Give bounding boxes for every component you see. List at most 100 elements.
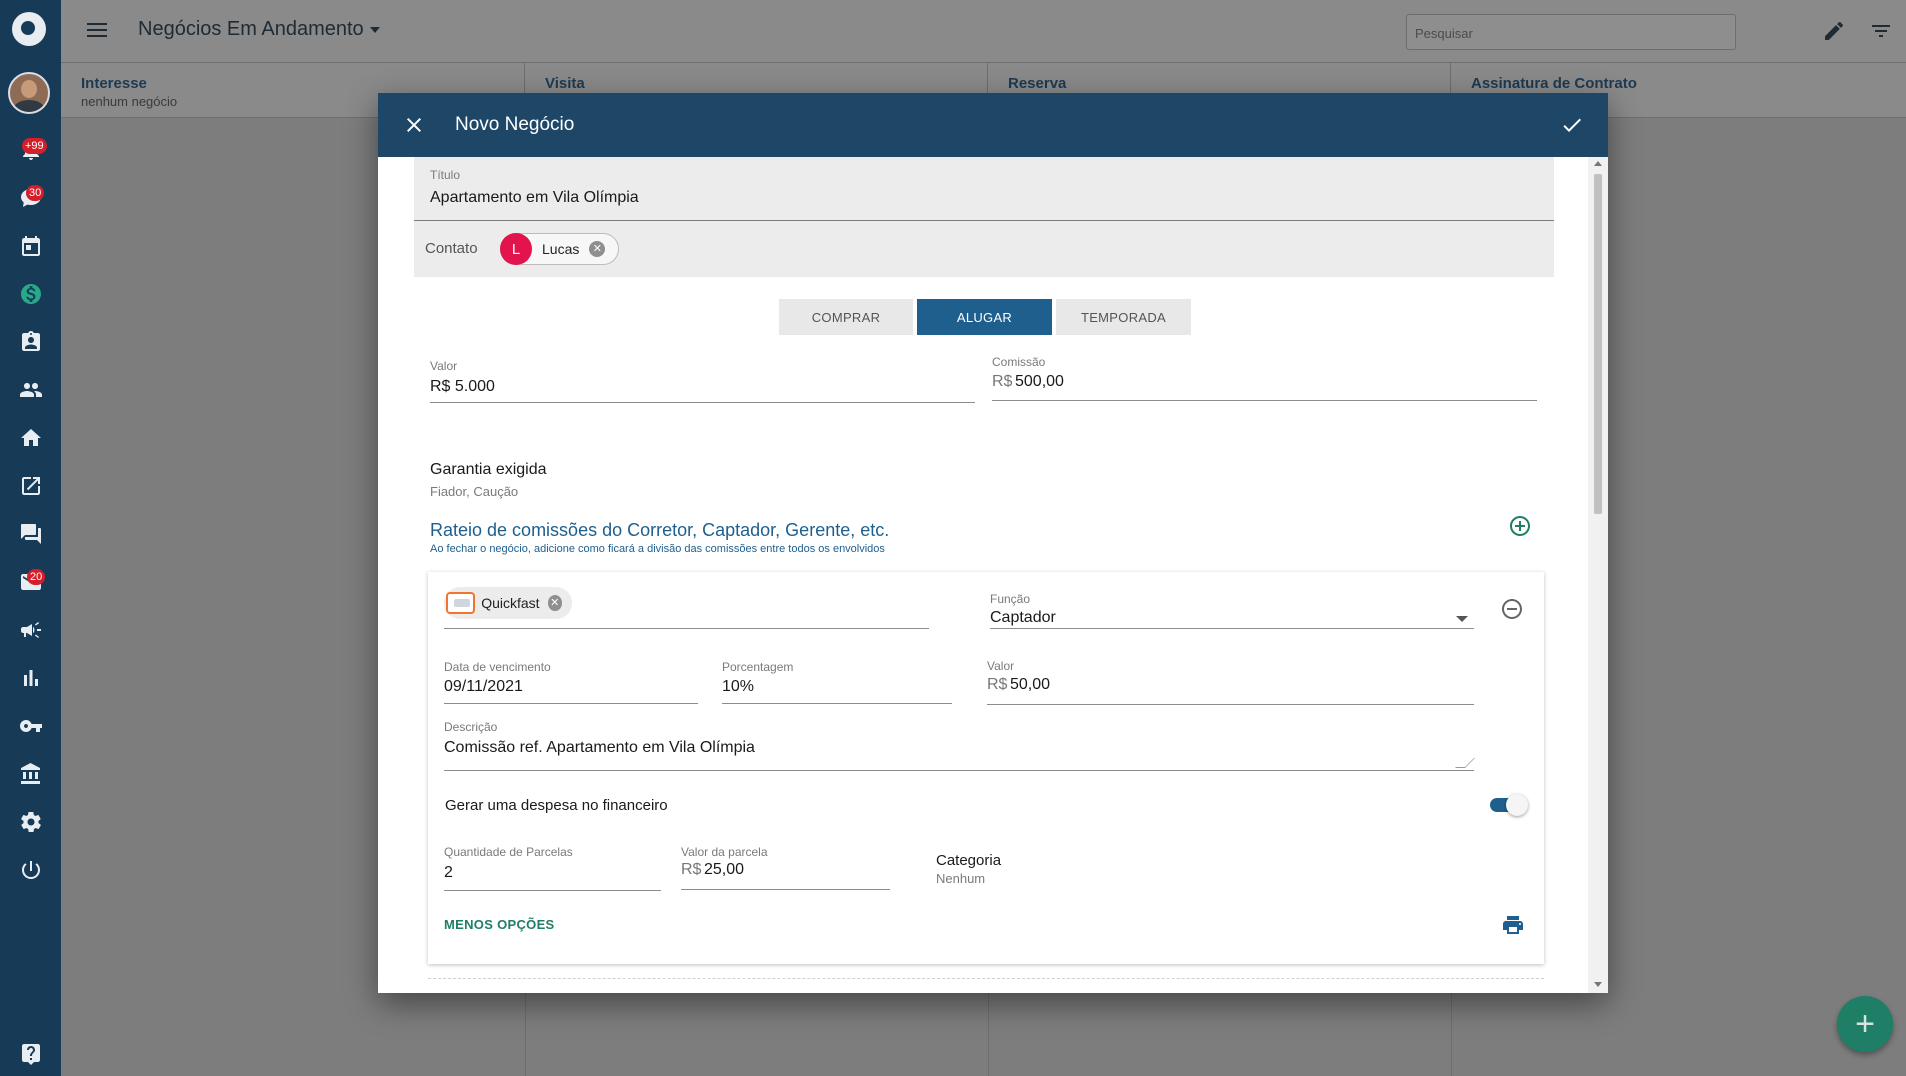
scroll-thumb[interactable] [1594,174,1602,514]
forum-icon [20,524,41,544]
comissao-input[interactable]: 500,00 [1015,373,1064,391]
parcelas-underline [444,890,661,891]
comissao-prefix: R$ [992,373,1013,390]
printer-icon[interactable] [1501,913,1525,937]
company-logo [446,592,476,614]
megaphone-icon [20,622,41,638]
remove-circle-icon[interactable] [1500,597,1524,621]
dollar-circle-icon [20,284,41,304]
contact-chip[interactable]: L Lucas ✕ [500,233,619,265]
sidebar-item-help[interactable] [0,1032,61,1076]
valor-input[interactable]: R$ 5.000 [430,378,495,396]
chevron-down-icon[interactable] [1456,616,1468,622]
despesa-toggle[interactable] [1490,794,1528,816]
parcelas-label: Quantidade de Parcelas [444,845,573,859]
people-icon [19,383,42,397]
categoria-value: Nenhum [936,871,986,886]
filter-icon[interactable] [1869,19,1893,43]
descricao-textarea[interactable]: Comissão ref. Apartamento em Vila Olímpi… [444,739,755,757]
sidebar-item-finance[interactable] [0,752,61,796]
valor-parcela-input[interactable]: 25,00 [704,861,744,879]
key-icon [19,720,42,732]
garantia-title[interactable]: Garantia exigida [430,461,547,479]
sidebar-item-properties[interactable] [0,416,61,460]
contact-avatar: L [500,233,532,265]
rateio-subtitle: Ao fechar o negócio, adicione como ficar… [430,543,885,555]
power-icon [21,861,40,879]
pencil-icon[interactable] [1822,19,1846,43]
page-title: Negócios Em Andamento [138,18,364,40]
gear-icon [20,812,41,832]
funcao-select[interactable]: Captador [990,609,1056,627]
sidebar-item-reports[interactable] [0,656,61,700]
person-name: Quickfast [481,595,540,611]
menos-opcoes-button[interactable]: MENOS OPÇÕES [444,917,555,932]
new-deal-dialog: Novo Negócio Título Apartamento em Vila … [378,93,1608,993]
sidebar-item-deals[interactable] [0,272,61,316]
parcelas-input[interactable]: 2 [444,864,453,882]
segment-alugar[interactable]: ALUGAR [917,299,1052,335]
next-split-card [428,978,1544,993]
valor-parcela-prefix: R$ [681,861,702,878]
home-icon [20,429,41,446]
sidebar-item-marketing[interactable] [0,608,61,652]
sidebar-item-edit[interactable] [0,464,61,508]
contato-label: Contato [425,240,478,257]
segment-comprar[interactable]: COMPRAR [779,299,913,335]
check-icon[interactable] [1560,113,1584,137]
dialog-scrollbar[interactable] [1588,157,1608,993]
despesa-label: Gerar uma despesa no financeiro [445,797,668,814]
valor-underline [430,402,975,403]
page-title-dropdown[interactable]: Negócios Em Andamento [138,18,380,41]
dialog-header: Novo Negócio [378,93,1608,157]
remove-chip-icon[interactable]: ✕ [547,595,562,611]
menu-icon[interactable] [85,19,109,43]
person-chip[interactable]: Quickfast ✕ [444,587,572,619]
garantia-value: Fiador, Caução [430,484,519,499]
close-icon[interactable] [402,113,426,137]
vencimento-label: Data de vencimento [444,660,551,674]
sidebar-item-keys[interactable] [0,704,61,748]
sidebar-item-logout[interactable] [0,848,61,892]
search-input[interactable]: Pesquisar [1406,14,1736,50]
split-valor-input[interactable]: 50,00 [1010,676,1050,694]
add-deal-fab[interactable]: + [1837,996,1893,1052]
porcentagem-underline [722,703,952,704]
descricao-label: Descrição [444,720,498,734]
edit-square-icon [21,477,40,495]
categoria-title[interactable]: Categoria [936,852,1001,869]
user-avatar[interactable] [8,72,50,114]
bank-icon [20,763,40,784]
add-circle-icon[interactable] [1508,514,1532,538]
split-valor-label: Valor [987,659,1015,673]
stage-name: Assinatura de Contrato [1471,75,1637,92]
funcao-label: Função [990,592,1031,606]
sidebar: +99 30 20 [0,0,61,1076]
valor-parcela-label: Valor da parcela [681,845,768,859]
rateio-title: Rateio de comissões do Corretor, Captado… [430,520,890,540]
titulo-underline [414,220,1554,221]
titulo-input[interactable]: Apartamento em Vila Olímpia [430,189,639,207]
remove-chip-icon[interactable]: ✕ [589,241,606,257]
sidebar-item-tasks[interactable] [0,320,61,364]
vencimento-input[interactable]: 09/11/2021 [444,678,523,696]
sidebar-item-settings[interactable] [0,800,61,844]
segment-temporada[interactable]: TEMPORADA [1056,299,1191,335]
sidebar-item-messages[interactable] [0,512,61,556]
vencimento-underline [444,703,698,704]
valor-label: Valor [430,359,458,373]
app-logo[interactable] [12,12,46,46]
funcao-underline [990,628,1474,629]
scroll-down-icon[interactable] [1594,982,1602,987]
stage-name: Interesse [81,75,147,92]
valor-parcela-underline [681,889,890,890]
sidebar-item-calendar[interactable] [0,224,61,268]
scroll-up-icon[interactable] [1594,161,1602,166]
comissao-underline [992,400,1537,401]
comissao-label: Comissão [992,355,1046,369]
porcentagem-input[interactable]: 10% [722,678,754,696]
resize-handle[interactable] [1455,758,1475,768]
split-valor-underline [987,704,1474,705]
mail-badge: 20 [27,569,46,585]
sidebar-item-people[interactable] [0,368,61,412]
